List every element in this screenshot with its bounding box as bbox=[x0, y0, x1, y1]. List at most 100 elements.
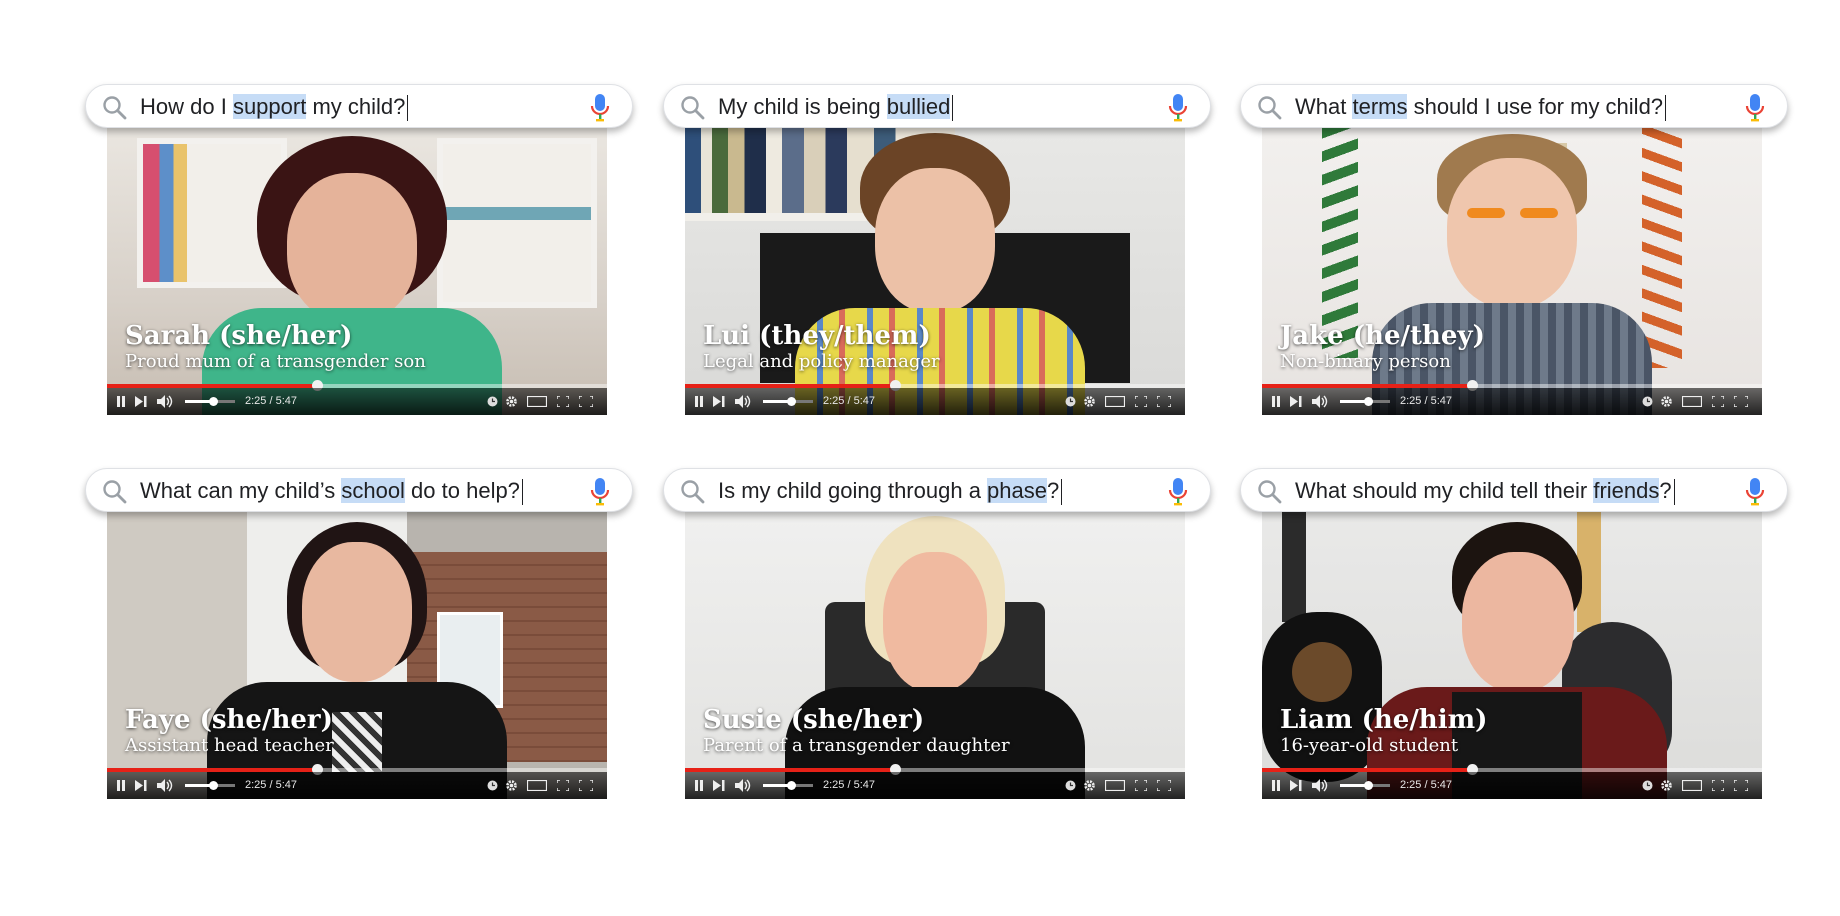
time-display: 2:25 / 5:47 bbox=[823, 395, 875, 407]
volume-icon[interactable] bbox=[157, 779, 173, 792]
fullscreen-icon[interactable] bbox=[1712, 780, 1724, 791]
settings-gear-icon[interactable] bbox=[1660, 395, 1673, 408]
search-query[interactable]: Is my child going through a phase? bbox=[718, 469, 1063, 513]
microphone-icon[interactable] bbox=[1168, 477, 1188, 507]
volume-icon[interactable] bbox=[735, 779, 751, 792]
next-icon[interactable] bbox=[1290, 780, 1302, 791]
search-bar[interactable]: How do I support my child? bbox=[85, 84, 633, 128]
search-query[interactable]: What should my child tell their friends? bbox=[1295, 469, 1675, 513]
video-player[interactable]: Lui (they/them) Legal and policy manager… bbox=[685, 128, 1185, 415]
volume-icon[interactable] bbox=[1312, 779, 1328, 792]
volume-icon[interactable] bbox=[1312, 395, 1328, 408]
clock-icon[interactable] bbox=[1065, 396, 1076, 407]
search-bar[interactable]: What can my child’s school do to help? bbox=[85, 468, 633, 512]
fullscreen-toggle-icon[interactable] bbox=[579, 780, 593, 791]
theater-mode-icon[interactable] bbox=[527, 780, 547, 791]
settings-gear-icon[interactable] bbox=[1083, 395, 1096, 408]
settings-gear-icon[interactable] bbox=[505, 779, 518, 792]
settings-gear-icon[interactable] bbox=[1083, 779, 1096, 792]
pause-icon[interactable] bbox=[694, 396, 704, 407]
player-controls: 2:25 / 5:47 bbox=[1262, 772, 1762, 799]
microphone-icon[interactable] bbox=[590, 93, 610, 123]
pause-icon[interactable] bbox=[1271, 396, 1281, 407]
search-icon[interactable] bbox=[680, 95, 706, 121]
text-cursor bbox=[1665, 95, 1667, 122]
video-card-4: What can my child’s school do to help? F… bbox=[85, 468, 635, 808]
search-icon[interactable] bbox=[102, 479, 128, 505]
search-bar[interactable]: Is my child going through a phase? bbox=[663, 468, 1211, 512]
next-icon[interactable] bbox=[713, 780, 725, 791]
speaker-role: Non-binary person bbox=[1280, 351, 1451, 372]
video-player[interactable]: Faye (she/her) Assistant head teacher 2:… bbox=[107, 512, 607, 799]
fullscreen-toggle-icon[interactable] bbox=[1157, 780, 1171, 791]
next-icon[interactable] bbox=[713, 396, 725, 407]
volume-handle[interactable] bbox=[1363, 397, 1373, 406]
search-icon[interactable] bbox=[1257, 479, 1283, 505]
speaker-name: Faye (she/her) bbox=[125, 705, 333, 735]
fullscreen-icon[interactable] bbox=[1712, 396, 1724, 407]
speaker-caption: Lui (they/them) Legal and policy manager bbox=[703, 321, 940, 373]
pause-icon[interactable] bbox=[694, 780, 704, 791]
fullscreen-icon[interactable] bbox=[1135, 396, 1147, 407]
next-icon[interactable] bbox=[135, 780, 147, 791]
theater-mode-icon[interactable] bbox=[1682, 396, 1702, 407]
volume-handle[interactable] bbox=[786, 397, 796, 406]
video-card-6: What should my child tell their friends?… bbox=[1240, 468, 1790, 808]
volume-slider[interactable] bbox=[185, 781, 235, 790]
theater-mode-icon[interactable] bbox=[1105, 396, 1125, 407]
fullscreen-icon[interactable] bbox=[557, 396, 569, 407]
search-query[interactable]: How do I support my child? bbox=[140, 85, 409, 129]
video-player[interactable]: Sarah (she/her) Proud mum of a transgend… bbox=[107, 128, 607, 415]
theater-mode-icon[interactable] bbox=[1682, 780, 1702, 791]
volume-handle[interactable] bbox=[1363, 781, 1373, 790]
volume-slider[interactable] bbox=[1340, 397, 1390, 406]
video-player[interactable]: Liam (he/him) 16-year-old student 2:25 /… bbox=[1262, 512, 1762, 799]
volume-icon[interactable] bbox=[157, 395, 173, 408]
volume-slider[interactable] bbox=[185, 397, 235, 406]
search-query[interactable]: What can my child’s school do to help? bbox=[140, 469, 523, 513]
clock-icon[interactable] bbox=[487, 396, 498, 407]
pause-icon[interactable] bbox=[116, 780, 126, 791]
clock-icon[interactable] bbox=[1642, 780, 1653, 791]
clock-icon[interactable] bbox=[1642, 396, 1653, 407]
search-icon[interactable] bbox=[102, 95, 128, 121]
volume-icon[interactable] bbox=[735, 395, 751, 408]
fullscreen-icon[interactable] bbox=[1135, 780, 1147, 791]
video-player[interactable]: Susie (she/her) Parent of a transgender … bbox=[685, 512, 1185, 799]
search-query[interactable]: My child is being bullied bbox=[718, 85, 954, 129]
search-icon[interactable] bbox=[680, 479, 706, 505]
volume-handle[interactable] bbox=[208, 781, 218, 790]
volume-handle[interactable] bbox=[208, 397, 218, 406]
settings-gear-icon[interactable] bbox=[1660, 779, 1673, 792]
next-icon[interactable] bbox=[1290, 396, 1302, 407]
speaker-caption: Susie (she/her) Parent of a transgender … bbox=[703, 705, 1010, 757]
fullscreen-toggle-icon[interactable] bbox=[1734, 396, 1748, 407]
volume-slider[interactable] bbox=[763, 781, 813, 790]
volume-handle[interactable] bbox=[786, 781, 796, 790]
settings-gear-icon[interactable] bbox=[505, 395, 518, 408]
fullscreen-toggle-icon[interactable] bbox=[1157, 396, 1171, 407]
search-bar[interactable]: What terms should I use for my child? bbox=[1240, 84, 1788, 128]
highlighted-term: support bbox=[232, 94, 307, 119]
fullscreen-icon[interactable] bbox=[557, 780, 569, 791]
pause-icon[interactable] bbox=[1271, 780, 1281, 791]
search-bar[interactable]: My child is being bullied bbox=[663, 84, 1211, 128]
search-bar[interactable]: What should my child tell their friends? bbox=[1240, 468, 1788, 512]
volume-slider[interactable] bbox=[1340, 781, 1390, 790]
clock-icon[interactable] bbox=[1065, 780, 1076, 791]
search-icon[interactable] bbox=[1257, 95, 1283, 121]
microphone-icon[interactable] bbox=[590, 477, 610, 507]
next-icon[interactable] bbox=[135, 396, 147, 407]
volume-slider[interactable] bbox=[763, 397, 813, 406]
clock-icon[interactable] bbox=[487, 780, 498, 791]
microphone-icon[interactable] bbox=[1745, 477, 1765, 507]
fullscreen-toggle-icon[interactable] bbox=[579, 396, 593, 407]
search-query[interactable]: What terms should I use for my child? bbox=[1295, 85, 1667, 129]
video-player[interactable]: Jake (he/they) Non-binary person 2:25 / … bbox=[1262, 128, 1762, 415]
fullscreen-toggle-icon[interactable] bbox=[1734, 780, 1748, 791]
microphone-icon[interactable] bbox=[1168, 93, 1188, 123]
theater-mode-icon[interactable] bbox=[527, 396, 547, 407]
pause-icon[interactable] bbox=[116, 396, 126, 407]
theater-mode-icon[interactable] bbox=[1105, 780, 1125, 791]
microphone-icon[interactable] bbox=[1745, 93, 1765, 123]
